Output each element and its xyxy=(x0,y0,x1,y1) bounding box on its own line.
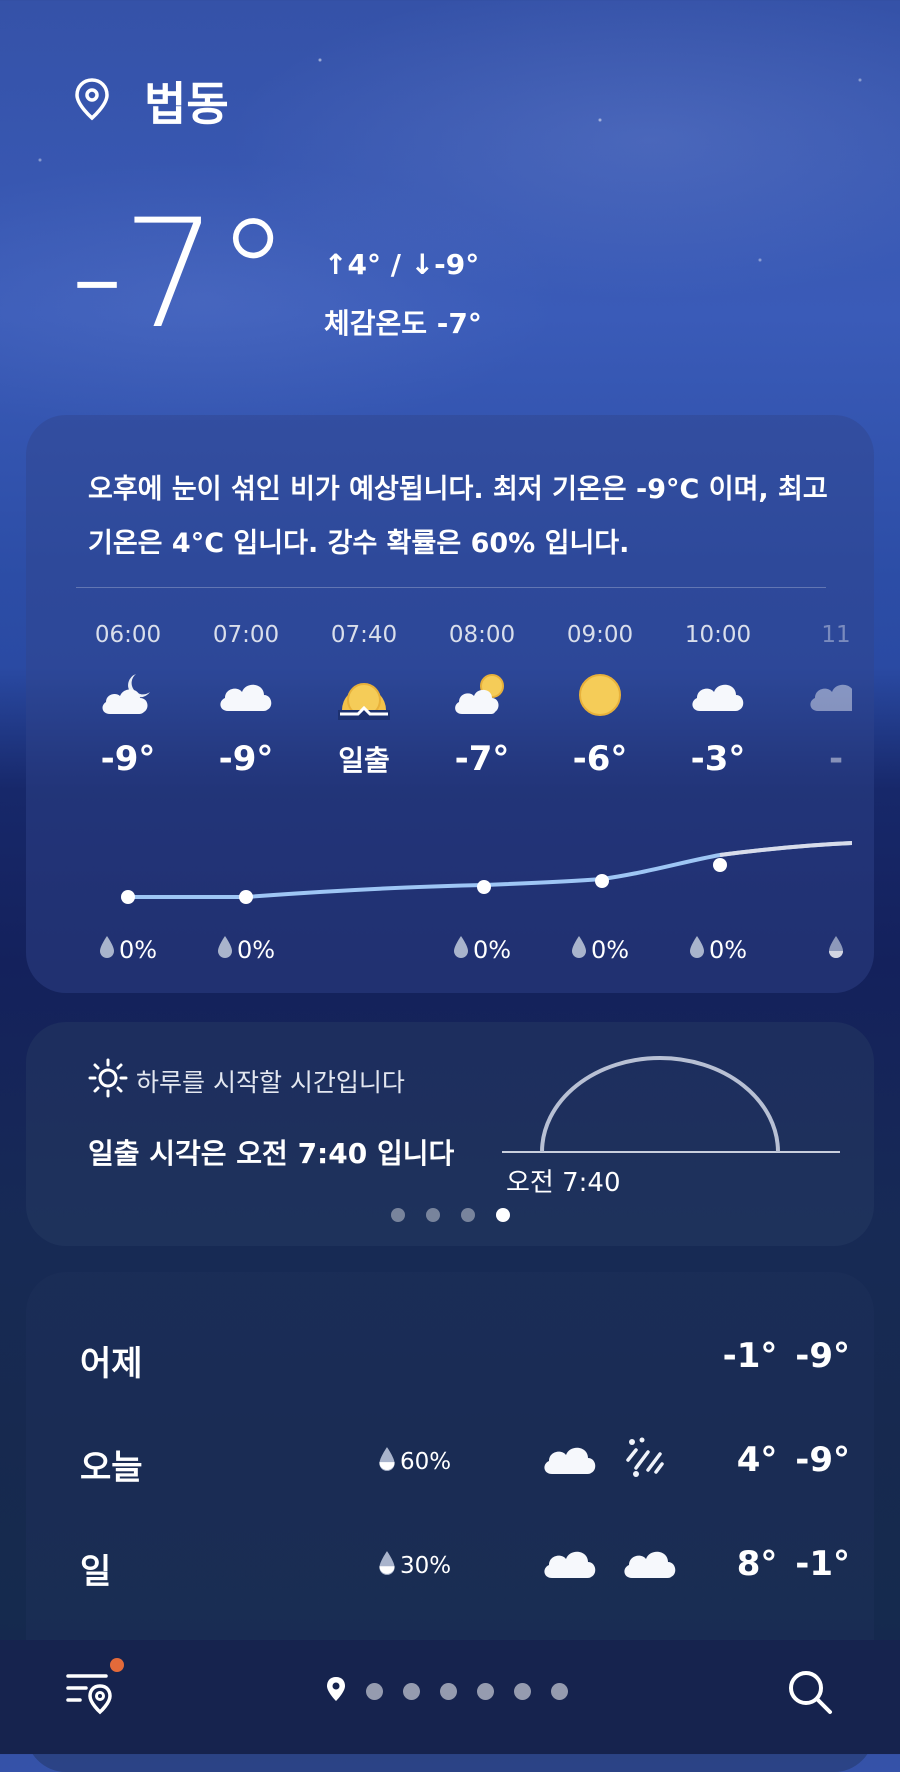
location-page-dot[interactable] xyxy=(514,1682,531,1700)
sunrise-time: 오전 7:40 xyxy=(506,1168,621,1198)
hour-temp: -7° xyxy=(454,739,510,779)
daily-row[interactable]: 일 30% 8° -1° xyxy=(80,1534,850,1594)
notification-badge xyxy=(110,1658,124,1672)
day-temps: 8° -1° xyxy=(736,1544,850,1584)
raindrop-half-icon xyxy=(828,935,844,965)
location-name: 법동 xyxy=(144,77,229,131)
hour-item: 09:00 -6° xyxy=(541,615,659,779)
hour-temp: -9° xyxy=(218,739,274,779)
raindrop-icon xyxy=(99,935,115,965)
hour-temp: -9° xyxy=(100,739,156,779)
partly-cloudy-day-icon xyxy=(423,655,541,735)
page-dot[interactable] xyxy=(426,1208,440,1222)
current-location-pin-icon[interactable] xyxy=(326,1676,346,1706)
cloudy-icon xyxy=(659,655,777,735)
day-temps: 4° -9° xyxy=(736,1440,850,1480)
high-low-temperature: ↑4° / ↓-9° xyxy=(324,248,480,281)
location-page-dot[interactable] xyxy=(551,1682,568,1700)
sunny-icon xyxy=(541,655,659,735)
curve-point xyxy=(713,858,727,872)
hour-item: 08:00 -7° xyxy=(423,615,541,779)
current-temperature: -7° xyxy=(70,188,291,362)
hour-item: 10:00 -3° xyxy=(659,615,777,779)
cloudy-icon xyxy=(540,1436,600,1484)
day-name: 오늘 xyxy=(80,1448,143,1488)
curve-point xyxy=(595,874,609,888)
location-page-dot[interactable] xyxy=(440,1682,457,1700)
map-pin-icon xyxy=(74,77,110,125)
hour-precip: 0% xyxy=(423,935,541,965)
raindrop-half-icon xyxy=(378,1446,396,1478)
daily-row[interactable]: 오늘 60% 4° -9° xyxy=(80,1430,850,1490)
hour-item: 07:00 -9° xyxy=(187,615,305,779)
day-precip: 30% xyxy=(378,1550,451,1582)
location-header[interactable]: 법동 xyxy=(74,68,229,134)
page-dot[interactable] xyxy=(391,1208,405,1222)
snow-rain-icon xyxy=(620,1436,670,1484)
daily-row[interactable]: 어제 -1° -9° xyxy=(80,1326,850,1386)
hour-item: 11 - xyxy=(777,615,852,779)
day-precip: 60% xyxy=(378,1446,451,1478)
hour-precip: 0% xyxy=(659,935,777,965)
partly-cloudy-night-icon xyxy=(69,655,187,735)
cloudy-icon xyxy=(620,1540,680,1588)
hour-time: 07:40 xyxy=(330,622,398,648)
hour-time: 10:00 xyxy=(684,622,752,648)
sun-arc-graphic xyxy=(502,1056,840,1153)
cloudy-icon xyxy=(540,1540,600,1588)
sunrise-title: 일출 시각은 오전 7:40 입니다 xyxy=(88,1137,455,1170)
hour-item: 07:40 일출 xyxy=(305,615,423,779)
curve-point xyxy=(239,890,253,904)
feels-like-temperature: 체감온도 -7° xyxy=(324,307,482,340)
hour-temp: - xyxy=(828,739,844,779)
location-page-dot[interactable] xyxy=(477,1682,494,1700)
hour-temp: -3° xyxy=(690,739,746,779)
hour-precip xyxy=(777,935,852,965)
day-name: 일 xyxy=(80,1552,112,1592)
cloudy-icon xyxy=(777,655,852,735)
hour-time: 07:00 xyxy=(212,622,280,648)
card-page-indicator[interactable] xyxy=(391,1208,510,1222)
divider xyxy=(76,587,826,588)
hour-time: 06:00 xyxy=(94,622,162,648)
sunrise-subtitle: 하루를 시작할 시간입니다 xyxy=(88,1058,405,1104)
page-dot[interactable] xyxy=(461,1208,475,1222)
sunrise-icon xyxy=(305,655,423,735)
cloudy-icon xyxy=(187,655,305,735)
day-name: 어제 xyxy=(80,1344,143,1384)
hour-precip: 0% xyxy=(541,935,659,965)
hour-time: 11 xyxy=(821,622,851,648)
hourly-forecast-card[interactable]: 오후에 눈이 섞인 비가 예상됩니다. 최저 기온은 -9°C 이며, 최고 기… xyxy=(26,415,874,993)
hour-item: 06:00 -9° xyxy=(69,615,187,779)
location-page-indicator[interactable] xyxy=(326,1676,568,1706)
day-temps: -1° -9° xyxy=(722,1336,850,1376)
hour-temp: -6° xyxy=(572,739,628,779)
raindrop-icon xyxy=(217,935,233,965)
location-page-dot[interactable] xyxy=(403,1682,420,1700)
forecast-summary: 오후에 눈이 섞인 비가 예상됩니다. 최저 기온은 -9°C 이며, 최고 기… xyxy=(88,474,828,559)
location-list-icon[interactable] xyxy=(66,1664,122,1720)
raindrop-icon xyxy=(453,935,469,965)
location-page-dot[interactable] xyxy=(366,1682,383,1700)
hour-time: 09:00 xyxy=(566,622,634,648)
page-dot-active[interactable] xyxy=(496,1208,510,1222)
raindrop-icon xyxy=(571,935,587,965)
sunrise-label: 일출 xyxy=(338,744,390,777)
sunrise-card[interactable]: 하루를 시작할 시간입니다 일출 시각은 오전 7:40 입니다 오전 7:40 xyxy=(26,1022,874,1246)
search-icon[interactable] xyxy=(786,1668,834,1720)
curve-point xyxy=(477,880,491,894)
bottom-bar xyxy=(0,1640,900,1754)
hour-precip: 0% xyxy=(69,935,187,965)
raindrop-icon xyxy=(689,935,705,965)
raindrop-half-icon xyxy=(378,1550,396,1582)
curve-point xyxy=(121,890,135,904)
hour-precip: 0% xyxy=(187,935,305,965)
hourly-scroll[interactable]: 06:00 -9° 0% 07:00 -9° 0% 07:40 일출 08:00… xyxy=(66,615,852,975)
sun-icon xyxy=(88,1058,128,1104)
hour-time: 08:00 xyxy=(448,622,516,648)
